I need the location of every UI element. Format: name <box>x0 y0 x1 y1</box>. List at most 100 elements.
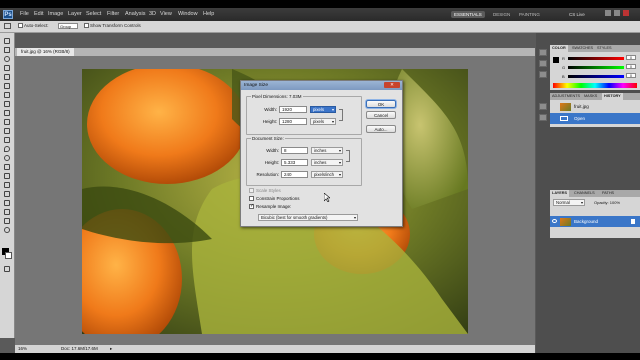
history-brush-tool[interactable] <box>2 118 12 126</box>
constrain-option[interactable]: Constrain Proportions <box>249 196 300 202</box>
healing-tool[interactable] <box>2 91 12 99</box>
scale-styles-option[interactable]: Scale Styles <box>249 188 281 194</box>
menu-filter[interactable]: Filter <box>107 11 119 17</box>
workspace-essentials[interactable]: ESSENTIALS <box>451 11 485 18</box>
pixel-height-input[interactable]: 1280 <box>279 118 307 125</box>
tab-paths[interactable]: PATHS <box>600 190 616 197</box>
resample-option[interactable]: Resample Image: <box>249 203 291 210</box>
minimize-icon[interactable] <box>605 10 611 16</box>
crop-tool[interactable] <box>2 73 12 81</box>
pixel-width-unit[interactable]: pixels <box>310 106 336 113</box>
doc-height-unit[interactable]: inches <box>311 159 343 166</box>
quick-select-tool[interactable] <box>2 64 12 72</box>
green-slider-track[interactable] <box>568 66 624 69</box>
menu-image[interactable]: Image <box>48 11 63 17</box>
eyedropper-tool[interactable] <box>2 82 12 90</box>
resample-method-dropdown[interactable]: Bicubic (best for smooth gradients) <box>258 214 358 221</box>
maximize-icon[interactable] <box>614 10 620 16</box>
dodge-tool[interactable] <box>2 154 12 162</box>
fg-color-chip[interactable] <box>553 57 559 63</box>
eraser-tool[interactable] <box>2 127 12 135</box>
history-panel-icon[interactable] <box>539 103 547 110</box>
hand-tool[interactable] <box>2 217 12 225</box>
blue-slider-track[interactable] <box>568 75 624 78</box>
zoom-level[interactable]: 16% <box>18 346 27 351</box>
cs-live-button[interactable]: CS Live <box>566 11 588 18</box>
3d-rotate-tool[interactable] <box>2 199 12 207</box>
layer-background[interactable]: Background <box>550 216 640 227</box>
gradient-tool[interactable] <box>2 136 12 144</box>
shape-tool[interactable] <box>2 190 12 198</box>
lasso-tool[interactable] <box>2 55 12 63</box>
auto-button[interactable]: Auto... <box>366 125 396 133</box>
resolution-unit[interactable]: pixels/inch <box>311 171 343 178</box>
menu-layer[interactable]: Layer <box>68 11 82 17</box>
menu-file[interactable]: File <box>20 11 29 17</box>
move-tool[interactable] <box>2 37 12 45</box>
tab-layers[interactable]: LAYERS <box>550 190 570 197</box>
menu-window[interactable]: Window <box>178 11 198 17</box>
workspace-painting[interactable]: PAINTING <box>516 11 543 18</box>
show-transform-option[interactable]: Show Transform Controls <box>84 23 141 29</box>
blur-tool[interactable] <box>2 145 12 153</box>
tab-channels[interactable]: CHANNELS <box>572 190 597 197</box>
tab-styles[interactable]: STYLES <box>595 45 614 52</box>
menu-3d[interactable]: 3D <box>149 11 156 17</box>
menu-view[interactable]: View <box>160 11 172 17</box>
red-value[interactable]: 0 <box>626 55 636 60</box>
3d-camera-tool[interactable] <box>2 208 12 216</box>
cancel-button[interactable]: Cancel <box>366 111 396 119</box>
doc-width-input[interactable]: 8 <box>281 147 308 154</box>
color-spectrum-bar[interactable] <box>553 83 637 88</box>
eye-icon[interactable] <box>552 219 557 223</box>
show-transform-checkbox[interactable] <box>84 23 89 29</box>
menu-analysis[interactable]: Analysis <box>125 11 145 17</box>
status-arrow-icon[interactable]: ▸ <box>110 346 112 352</box>
doc-width-unit[interactable]: inches <box>311 147 343 154</box>
document-tab[interactable]: fruit.jpg @ 16% (RGB/8) <box>17 48 74 56</box>
menu-select[interactable]: Select <box>86 11 101 17</box>
history-snapshot[interactable]: fruit.jpg <box>550 101 640 112</box>
history-state-open[interactable]: Open <box>550 113 640 124</box>
move-tool-icon[interactable] <box>4 23 11 29</box>
pen-tool[interactable] <box>2 163 12 171</box>
actions-panel-icon[interactable] <box>539 114 547 121</box>
resample-checkbox[interactable] <box>249 203 254 210</box>
workspace-design[interactable]: DESIGN <box>490 11 513 18</box>
masks-panel-icon[interactable] <box>539 71 547 78</box>
dialog-close-button[interactable]: ✕ <box>384 82 400 88</box>
menu-help[interactable]: Help <box>203 11 214 17</box>
close-icon[interactable] <box>623 10 629 16</box>
tab-swatches[interactable]: SWATCHES <box>570 45 595 52</box>
opacity-field[interactable]: Opacity: 100% <box>594 200 620 205</box>
tab-masks[interactable]: MASKS <box>582 93 599 100</box>
auto-select-checkbox[interactable] <box>18 23 23 29</box>
brush-tool[interactable] <box>2 100 12 108</box>
menu-edit[interactable]: Edit <box>34 11 43 17</box>
color-panel-icon[interactable] <box>539 49 547 56</box>
resolution-input[interactable]: 240 <box>281 171 308 178</box>
auto-select-option[interactable]: Auto-Select: <box>18 23 49 29</box>
blue-value[interactable]: 0 <box>626 73 636 78</box>
auto-select-dropdown[interactable]: Group <box>58 23 78 29</box>
tab-adjustments[interactable]: ADJUSTMENTS <box>550 93 582 100</box>
zoom-tool[interactable] <box>2 226 12 234</box>
quick-mask-button[interactable] <box>2 265 12 273</box>
doc-height-input[interactable]: 5.333 <box>281 159 308 166</box>
pixel-height-unit[interactable]: pixels <box>310 118 336 125</box>
blend-mode-dropdown[interactable]: Normal <box>553 199 585 206</box>
type-tool[interactable] <box>2 172 12 180</box>
tab-color[interactable]: COLOR <box>550 45 568 52</box>
adjustments-panel-icon[interactable] <box>539 60 547 67</box>
background-color-swatch[interactable] <box>5 252 12 259</box>
green-value[interactable]: 0 <box>626 64 636 69</box>
pixel-width-input[interactable]: 1920 <box>279 106 307 113</box>
constrain-checkbox[interactable] <box>249 196 254 202</box>
clone-stamp-tool[interactable] <box>2 109 12 117</box>
red-slider-track[interactable] <box>568 57 624 60</box>
tab-history[interactable]: HISTORY <box>602 93 623 100</box>
scale-styles-checkbox[interactable] <box>249 188 254 194</box>
ok-button[interactable]: OK <box>366 100 396 108</box>
path-select-tool[interactable] <box>2 181 12 189</box>
marquee-tool[interactable] <box>2 46 12 54</box>
